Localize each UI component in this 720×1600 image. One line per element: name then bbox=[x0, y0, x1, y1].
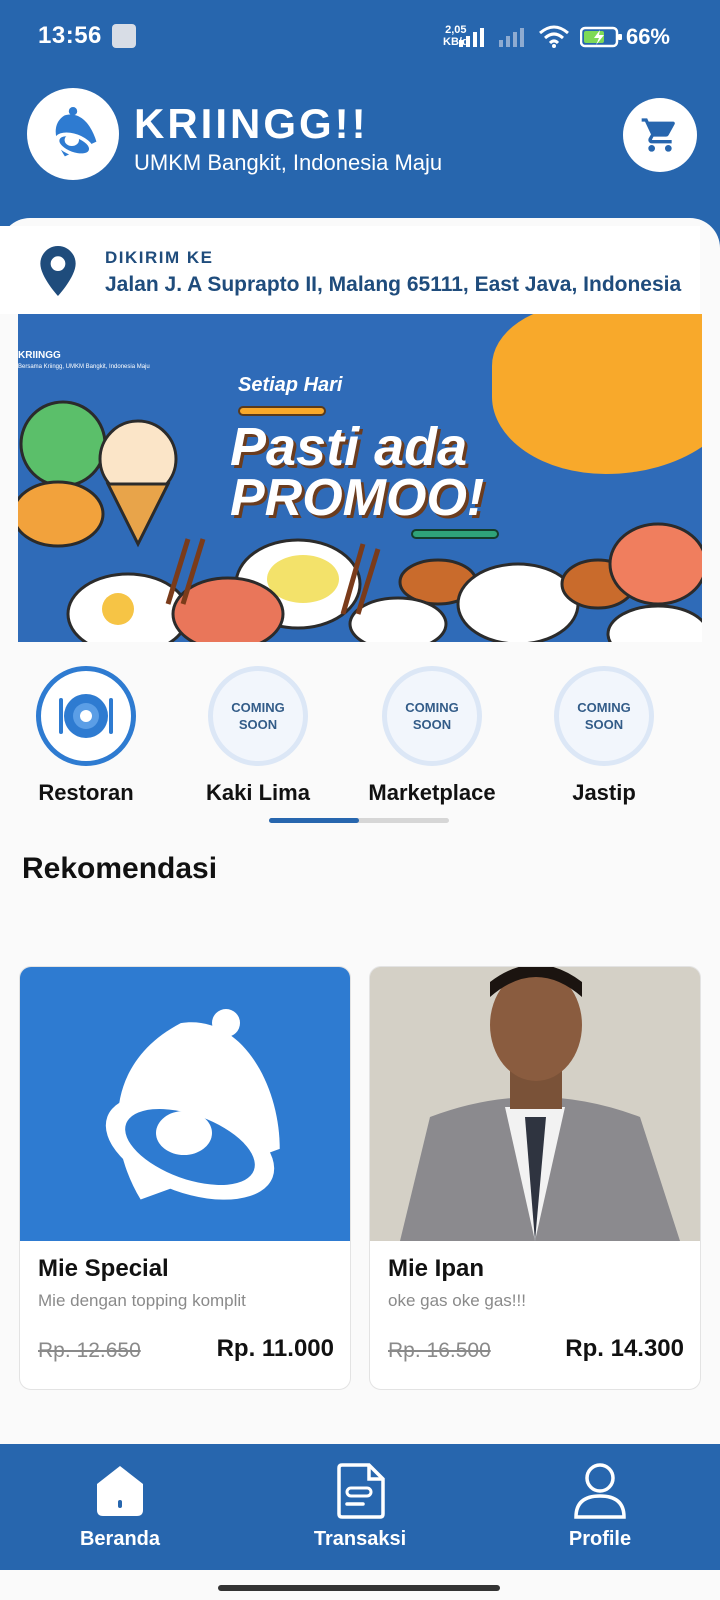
bell-icon bbox=[54, 107, 97, 158]
product-price: Rp. 11.000 bbox=[216, 1335, 334, 1362]
app-subtitle: UMKM Bangkit, Indonesia Maju bbox=[134, 150, 443, 175]
product-image bbox=[370, 967, 700, 1241]
cart-button[interactable] bbox=[623, 98, 697, 172]
category-kaki-lima[interactable]: COMING SOON Kaki Lima bbox=[172, 666, 342, 806]
nav-label: Beranda bbox=[79, 1528, 161, 1550]
signal-icon bbox=[459, 28, 484, 47]
category-label: Restoran bbox=[38, 780, 134, 805]
product-old-price: Rp. 16.500 bbox=[388, 1339, 491, 1362]
bell-icon bbox=[105, 1009, 280, 1200]
category-label: Jastip bbox=[572, 780, 636, 805]
product-card[interactable]: Mie Ipan oke gas oke gas!!! Rp. 16.500 R… bbox=[369, 966, 701, 1390]
product-name: Mie Special bbox=[38, 1255, 169, 1282]
nav-beranda[interactable]: Beranda bbox=[0, 1444, 240, 1570]
nav-profile[interactable]: Profile bbox=[480, 1444, 720, 1570]
category-label: Kaki Lima bbox=[206, 780, 310, 805]
product-name: Mie Ipan bbox=[388, 1255, 485, 1282]
coming-soon-badge: COMING SOON bbox=[208, 666, 308, 766]
cart-icon bbox=[641, 118, 675, 152]
location-pin-icon bbox=[40, 246, 76, 296]
plate-cutlery-icon bbox=[59, 694, 113, 738]
product-price: Rp. 14.300 bbox=[565, 1335, 684, 1362]
coming-soon-badge: COMING SOON bbox=[554, 666, 654, 766]
product-old-price: Rp. 12.650 bbox=[38, 1339, 141, 1362]
nav-label: Transaksi bbox=[313, 1528, 407, 1550]
battery-charging-icon bbox=[580, 26, 622, 48]
receipt-icon bbox=[337, 1463, 385, 1519]
profile-icon bbox=[574, 1463, 626, 1519]
product-image bbox=[20, 967, 350, 1241]
category-marketplace[interactable]: COMING SOON Marketplace bbox=[346, 666, 516, 806]
battery-percent: 66% bbox=[625, 24, 670, 49]
app-title: KRIINGG!! bbox=[134, 100, 369, 147]
category-scroll-thumb bbox=[269, 818, 359, 823]
restaurant-icon bbox=[36, 666, 136, 766]
address-value: Jalan J. A Suprapto II, Malang 65111, Ea… bbox=[105, 273, 682, 296]
section-title-recommendations: Rekomendasi bbox=[22, 852, 218, 885]
nav-label: Profile bbox=[568, 1528, 632, 1550]
product-description: Mie dengan topping komplit bbox=[38, 1291, 246, 1310]
product-description: oke gas oke gas!!! bbox=[388, 1291, 526, 1310]
category-scroll-indicator bbox=[269, 818, 449, 823]
home-gesture-bar[interactable] bbox=[218, 1585, 500, 1591]
category-list: Restoran COMING SOON Kaki Lima COMING SOON… bbox=[0, 666, 720, 826]
home-icon bbox=[97, 1466, 143, 1516]
category-jastip[interactable]: COMING SOON Jastip bbox=[518, 666, 688, 806]
category-restoran[interactable]: Restoran bbox=[0, 666, 170, 806]
wifi-icon bbox=[539, 25, 569, 48]
signal-no-service-icon bbox=[499, 28, 524, 47]
status-bar: 13:56 2,05 KB/d 66% bbox=[0, 0, 720, 76]
main-content: DIKIRIM KE Jalan J. A Suprapto II, Malan… bbox=[0, 218, 720, 1443]
product-card[interactable]: Mie Special Mie dengan topping komplit R… bbox=[19, 966, 351, 1390]
bottom-nav: Beranda Transaksi Profile bbox=[0, 1444, 720, 1570]
delivery-address[interactable]: DIKIRIM KE Jalan J. A Suprapto II, Malan… bbox=[0, 226, 700, 314]
gesture-area bbox=[0, 1570, 720, 1600]
address-label: DIKIRIM KE bbox=[105, 248, 214, 267]
nav-transaksi[interactable]: Transaksi bbox=[240, 1444, 480, 1570]
status-time: 13:56 bbox=[38, 22, 102, 49]
promo-banner[interactable]: KRIINGG Bersama Kriingg, UMKM Bangkit, I… bbox=[18, 314, 702, 642]
food-illustration bbox=[18, 400, 702, 642]
coming-soon-badge: COMING SOON bbox=[382, 666, 482, 766]
person-photo bbox=[370, 967, 700, 1241]
category-label: Marketplace bbox=[368, 780, 496, 805]
wrench-icon bbox=[112, 24, 136, 48]
app-logo bbox=[27, 88, 119, 180]
